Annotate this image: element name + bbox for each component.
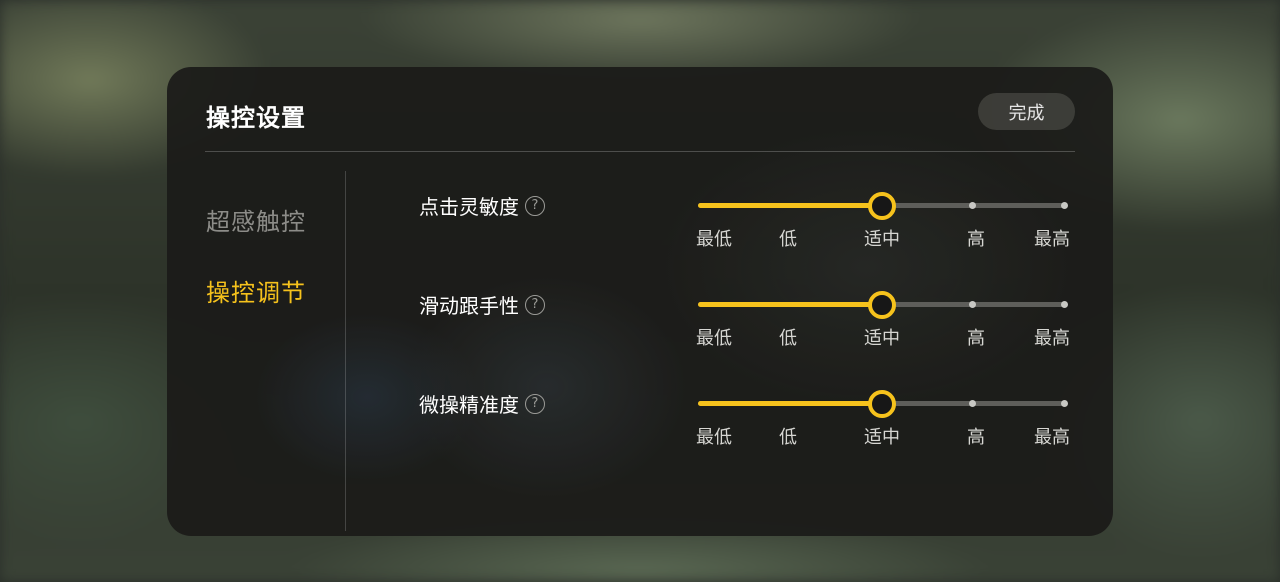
slider-fill [698,203,882,208]
slider-tick [1060,202,1068,209]
setting-row-tap-sensitivity: 点击灵敏度 ? [419,191,545,220]
slider-level-label[interactable]: 高 [967,324,985,350]
control-settings-panel: 操控设置 完成 超感触控 操控调节 点击灵敏度 ? 最低低适中高最高 滑动跟手性… [167,67,1113,536]
slider-tick [968,202,976,209]
setting-row-micro-precision: 微操精准度 ? [419,389,545,418]
slider-fill [698,302,882,307]
slider-level-label[interactable]: 高 [967,225,985,251]
slider-level-label[interactable]: 最高 [1034,225,1070,251]
slider-level-label[interactable]: 最高 [1034,324,1070,350]
setting-label: 点击灵敏度 [419,195,519,219]
question-circle-icon[interactable]: ? [525,294,545,315]
slider-level-label[interactable]: 低 [779,324,797,350]
question-circle-icon[interactable]: ? [525,393,545,414]
slider-thumb[interactable] [868,291,896,319]
setting-row-swipe-follow: 滑动跟手性 ? [419,290,545,319]
slider-level-label[interactable]: 适中 [864,423,900,449]
slider-level-label[interactable]: 最高 [1034,423,1070,449]
slider-level-label[interactable]: 最低 [696,324,732,350]
slider-tick [1060,400,1068,407]
slider-tick [1060,301,1068,308]
sidebar-item-super-touch[interactable]: 超感触控 [206,202,306,237]
sidebar-divider [345,171,346,531]
setting-label: 微操精准度 [419,393,519,417]
tap-sensitivity-slider[interactable]: 最低 低 适中 高 最高 [696,189,1070,250]
micro-precision-slider[interactable]: 最低 低 适中 高 最高 [696,387,1070,448]
slider-level-label[interactable]: 适中 [864,225,900,251]
slider-tick [968,301,976,308]
slider-thumb[interactable] [868,390,896,418]
swipe-follow-slider[interactable]: 最低 低 适中 高 最高 [696,288,1070,349]
slider-level-label[interactable]: 适中 [864,324,900,350]
slider-level-label[interactable]: 高 [967,423,985,449]
slider-level-label[interactable]: 最低 [696,423,732,449]
slider-thumb[interactable] [868,192,896,220]
setting-label: 滑动跟手性 [419,294,519,318]
slider-level-label[interactable]: 低 [779,423,797,449]
sidebar-item-control-adjust[interactable]: 操控调节 [206,273,306,308]
slider-tick [968,400,976,407]
done-button[interactable]: 完成 [978,93,1075,130]
slider-level-label[interactable]: 低 [779,225,797,251]
slider-level-label[interactable]: 最低 [696,225,732,251]
header-divider [205,151,1075,152]
slider-fill [698,401,882,406]
page-title: 操控设置 [206,104,306,132]
question-circle-icon[interactable]: ? [525,195,545,216]
